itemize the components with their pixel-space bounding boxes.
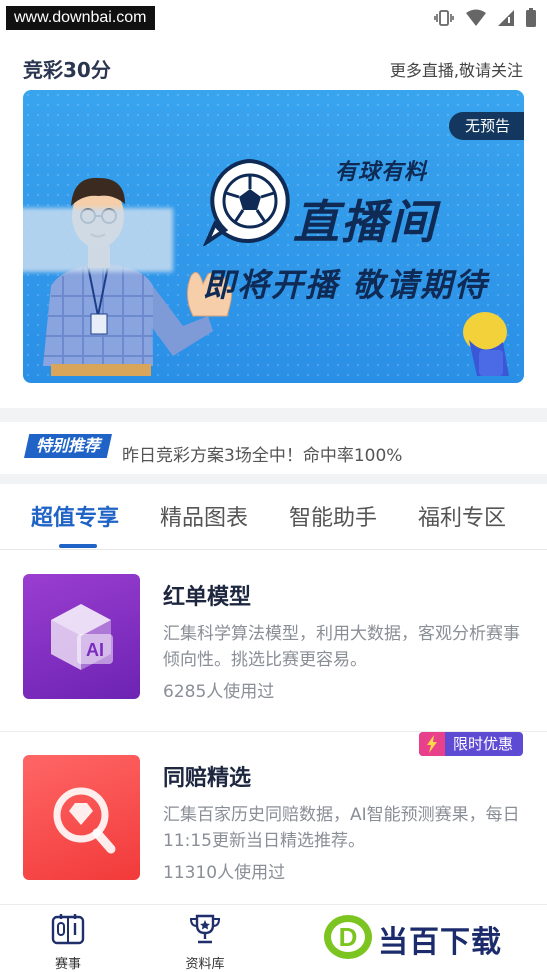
wifi-icon [466, 9, 486, 26]
status-icons [433, 8, 537, 28]
status-bar: www.downbai.com [0, 0, 547, 36]
card-thumbnail [23, 755, 140, 880]
card-title: 同赔精选 [163, 766, 252, 791]
soccer-ball-icon [202, 156, 293, 250]
card-description: 汇集百家历史同赔数据，AI智能预测赛果，每日11:15更新当日精选推荐。 [163, 805, 520, 851]
nav-label-database: 资料库 [185, 957, 225, 972]
more-live-link[interactable]: 更多直播,敬请关注 [390, 57, 523, 81]
watermark-url: www.downbai.com [6, 6, 155, 30]
card-usage-count: 6285人使用过 [163, 682, 275, 702]
special-recommend[interactable]: 特别推荐 昨日竞彩方案3场全中！命中率100% [0, 428, 547, 470]
nav-label-matches: 赛事 [54, 957, 81, 972]
vibrate-icon [434, 10, 454, 26]
ai-cube-icon: AI [51, 604, 113, 670]
card-title: 红单模型 [163, 585, 252, 610]
banner-subtitle: 有球有料 [335, 160, 428, 185]
tab-assistant[interactable]: 智能助手 [289, 500, 377, 532]
limited-offer-badge: 限时优惠 [418, 732, 523, 756]
tab-active-indicator [59, 544, 97, 548]
section-divider [0, 474, 547, 484]
scoreboard-icon [51, 914, 85, 945]
product-card-red-model[interactable]: AI 红单模型 汇集科学算法模型，利用大数据，客观分析赛事倾向性。挑选比赛更容易… [0, 551, 547, 721]
tab-welfare[interactable]: 福利专区 [418, 500, 506, 532]
blurred-region [23, 208, 173, 272]
no-preview-badge: 无预告 [448, 112, 524, 140]
card-usage-count: 11310人使用过 [163, 863, 286, 883]
microphone-icon [459, 310, 519, 383]
battery-icon [526, 8, 536, 27]
nav-item-matches[interactable]: 赛事 [28, 913, 108, 972]
special-recommend-text: 昨日竞彩方案3场全中！命中率100% [122, 446, 403, 466]
section-divider [0, 408, 547, 422]
live-banner[interactable]: 有球有料 直播间 即将开播 敬请期待 无预告 [23, 90, 524, 383]
svg-text:D: D [339, 922, 358, 952]
site-logo-mark: D [322, 913, 374, 965]
trophy-icon [189, 914, 221, 944]
svg-text:AI: AI [86, 640, 104, 660]
special-recommend-tag: 特别推荐 [24, 434, 112, 458]
tab-exclusive[interactable]: 超值专享 [31, 500, 119, 532]
nav-item-database[interactable]: 资料库 [165, 913, 245, 972]
signal-icon [498, 10, 514, 26]
product-card-same-odds[interactable]: 限时优惠 同赔精选 汇集百家历史同赔数据，AI智能预测赛果，每日11:15更新当… [0, 732, 547, 902]
live-header: 竞彩30分 更多直播,敬请关注 [0, 48, 547, 84]
banner-slogan: 即将开播 敬请期待 [203, 266, 489, 304]
card-thumbnail: AI [23, 574, 140, 699]
card-description: 汇集科学算法模型，利用大数据，客观分析赛事倾向性。挑选比赛更容易。 [163, 624, 520, 670]
lightning-icon [418, 732, 445, 756]
diamond-search-icon [53, 787, 116, 854]
site-logo: D 当百下载 [318, 905, 547, 967]
site-logo-text: 当百下载 [378, 925, 502, 960]
limited-offer-label: 限时优惠 [452, 735, 513, 753]
category-tabs: 超值专享 精品图表 智能助手 福利专区 [0, 492, 547, 550]
banner-main-title: 直播间 [293, 195, 437, 249]
tab-charts[interactable]: 精品图表 [160, 500, 248, 532]
page-title: 竞彩30分 [23, 58, 111, 82]
